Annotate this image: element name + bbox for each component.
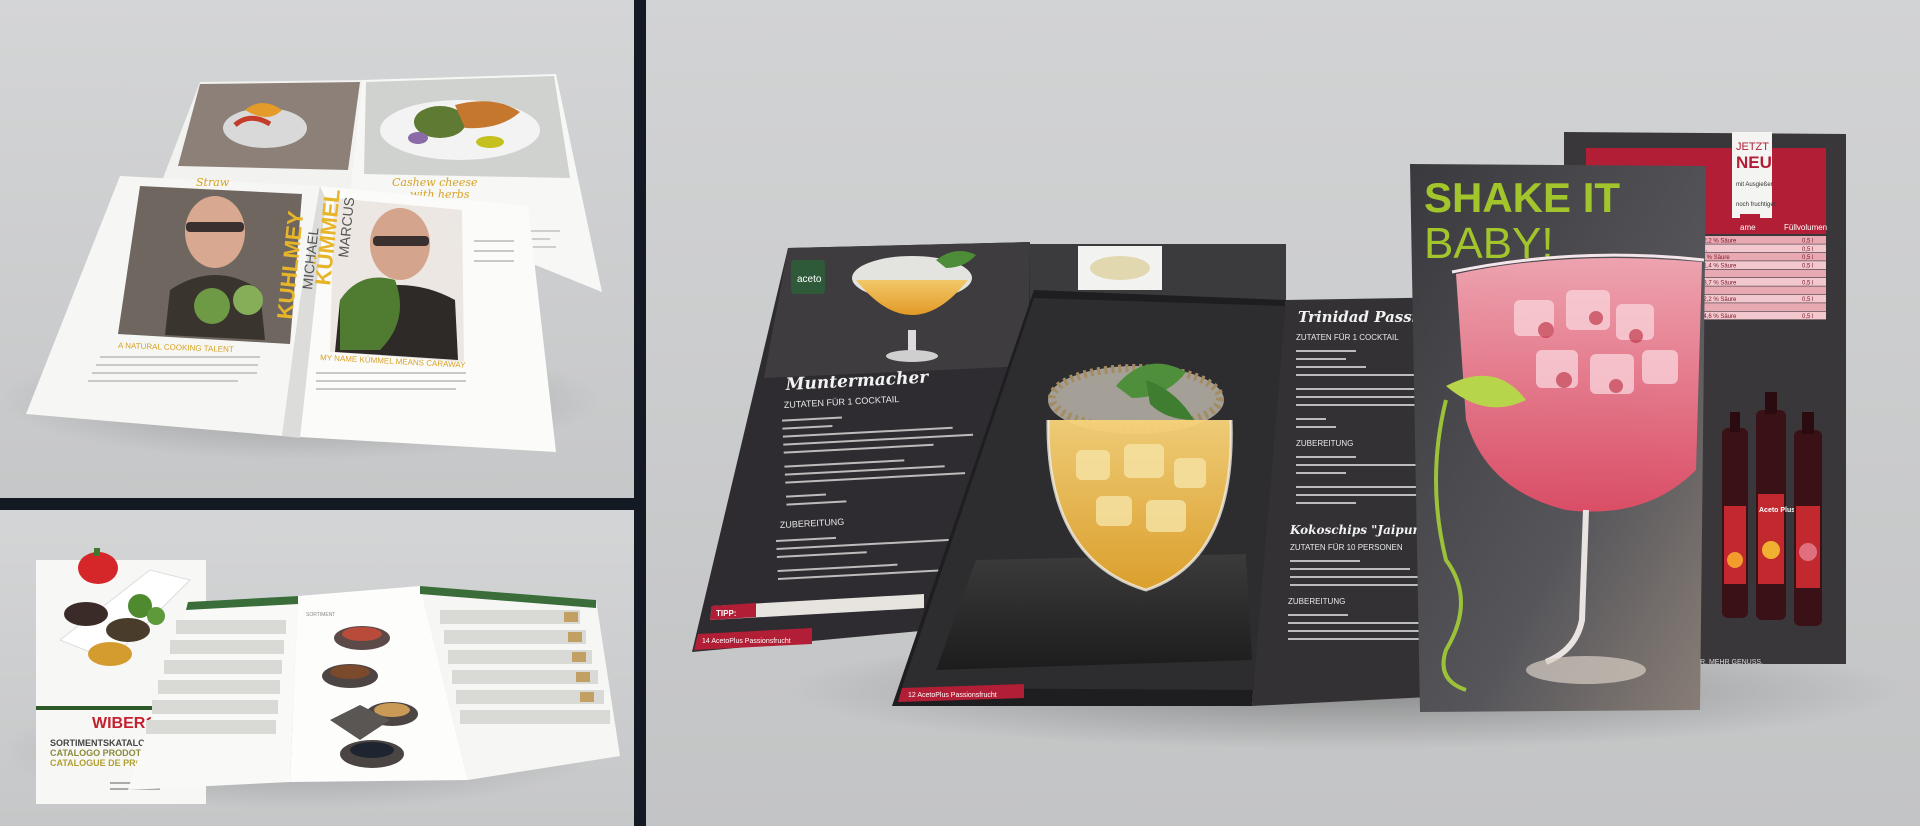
page3-zubereitung: ZUBEREITUNG	[1296, 439, 1353, 448]
back-price-row-bg	[1686, 286, 1826, 295]
back-col-name: ame	[1740, 223, 1756, 232]
front-magazine: KUHLMEY MICHAEL KÜMMEL MARCUS Straw A NA…	[26, 176, 556, 452]
back-col-volume: Füllvolumen	[1784, 223, 1827, 232]
page3-zubereitung-2: ZUBEREITUNG	[1288, 597, 1345, 606]
back-price-row-volume: 0,5 l	[1802, 247, 1813, 253]
page2-footer: 12 AcetoPlus Passionsfrucht	[908, 692, 997, 699]
cover-title-line-1: SHAKE IT	[1424, 174, 1620, 221]
page3-zutaten-2: ZUTATEN FÜR 10 PERSONEN	[1290, 543, 1403, 552]
back-price-row-volume: 0,5 l	[1802, 297, 1813, 303]
back-price-row-volume: 0,5 l	[1802, 255, 1813, 261]
page3-title-2: Kokoschips "Jaipur"	[1289, 523, 1425, 537]
back-price-row-volume: 0,5 l	[1802, 280, 1813, 286]
chef-magazine-photo-panel: Cashew cheese with herbs KUHLMEY MICHAEL…	[0, 0, 634, 498]
back-price-rows: ung, 2,2 % Säure0,5 lbeere,0,5 le, 2,6 %…	[1686, 236, 1826, 320]
back-price-row-volume: 0,5 l	[1802, 264, 1813, 270]
catalog-photo-panel: WIBERG SORTIMENTSKATALOG CATALOGO PRODOT…	[0, 510, 634, 826]
catalog-open-spread: SORTIMENT	[128, 586, 620, 790]
catalog-line-2: CATALOGO PRODOTTO	[50, 748, 154, 758]
page3-zutaten: ZUTATEN FÜR 1 COCKTAIL	[1296, 333, 1399, 342]
brand-badge-icon: aceto	[797, 274, 822, 285]
page3-title: Trinidad Passi	[1298, 308, 1418, 326]
catalog-scene: WIBERG SORTIMENTSKATALOG CATALOGO PRODOT…	[0, 548, 620, 810]
page1-footer: 14 AcetoPlus Passionsfrucht	[702, 638, 791, 645]
back-neu: NEU	[1736, 153, 1772, 172]
catalog-line-1: SORTIMENTSKATALOG	[50, 738, 152, 748]
aceto-bottles: Aceto Plus	[1722, 392, 1822, 626]
stray-heading: Straw	[196, 176, 230, 189]
back-price-row-bg	[1686, 303, 1826, 311]
back-price-row-volume: 0,5 l	[1802, 314, 1813, 320]
catalog-page-heading: SORTIMENT	[306, 612, 335, 618]
chef-magazine-scene: Cashew cheese with herbs KUHLMEY MICHAEL…	[0, 74, 602, 460]
cocktail-brochure-photo-panel: aceto Muntermacher ZUTATEN FÜR 1 COCKTAI…	[646, 0, 1920, 826]
brochure-cover-shake-it-baby: SHAKE IT BABY!	[1410, 164, 1706, 712]
back-footer: R. MEHR GENUSS.	[1700, 659, 1763, 666]
back-price-row-volume: 0,5 l	[1802, 238, 1813, 244]
page1-tipp: TIPP:	[716, 609, 736, 618]
back-check-1: mit Ausgießer	[1736, 182, 1773, 188]
bottle-brand: Aceto Plus	[1759, 507, 1795, 514]
back-check-2: noch fruchtiger	[1736, 202, 1776, 208]
cocktail-brochure-scene: aceto Muntermacher ZUTATEN FÜR 1 COCKTAI…	[692, 132, 1906, 750]
back-jetzt: JETZT	[1736, 141, 1769, 153]
back-price-row-bg	[1686, 269, 1826, 278]
